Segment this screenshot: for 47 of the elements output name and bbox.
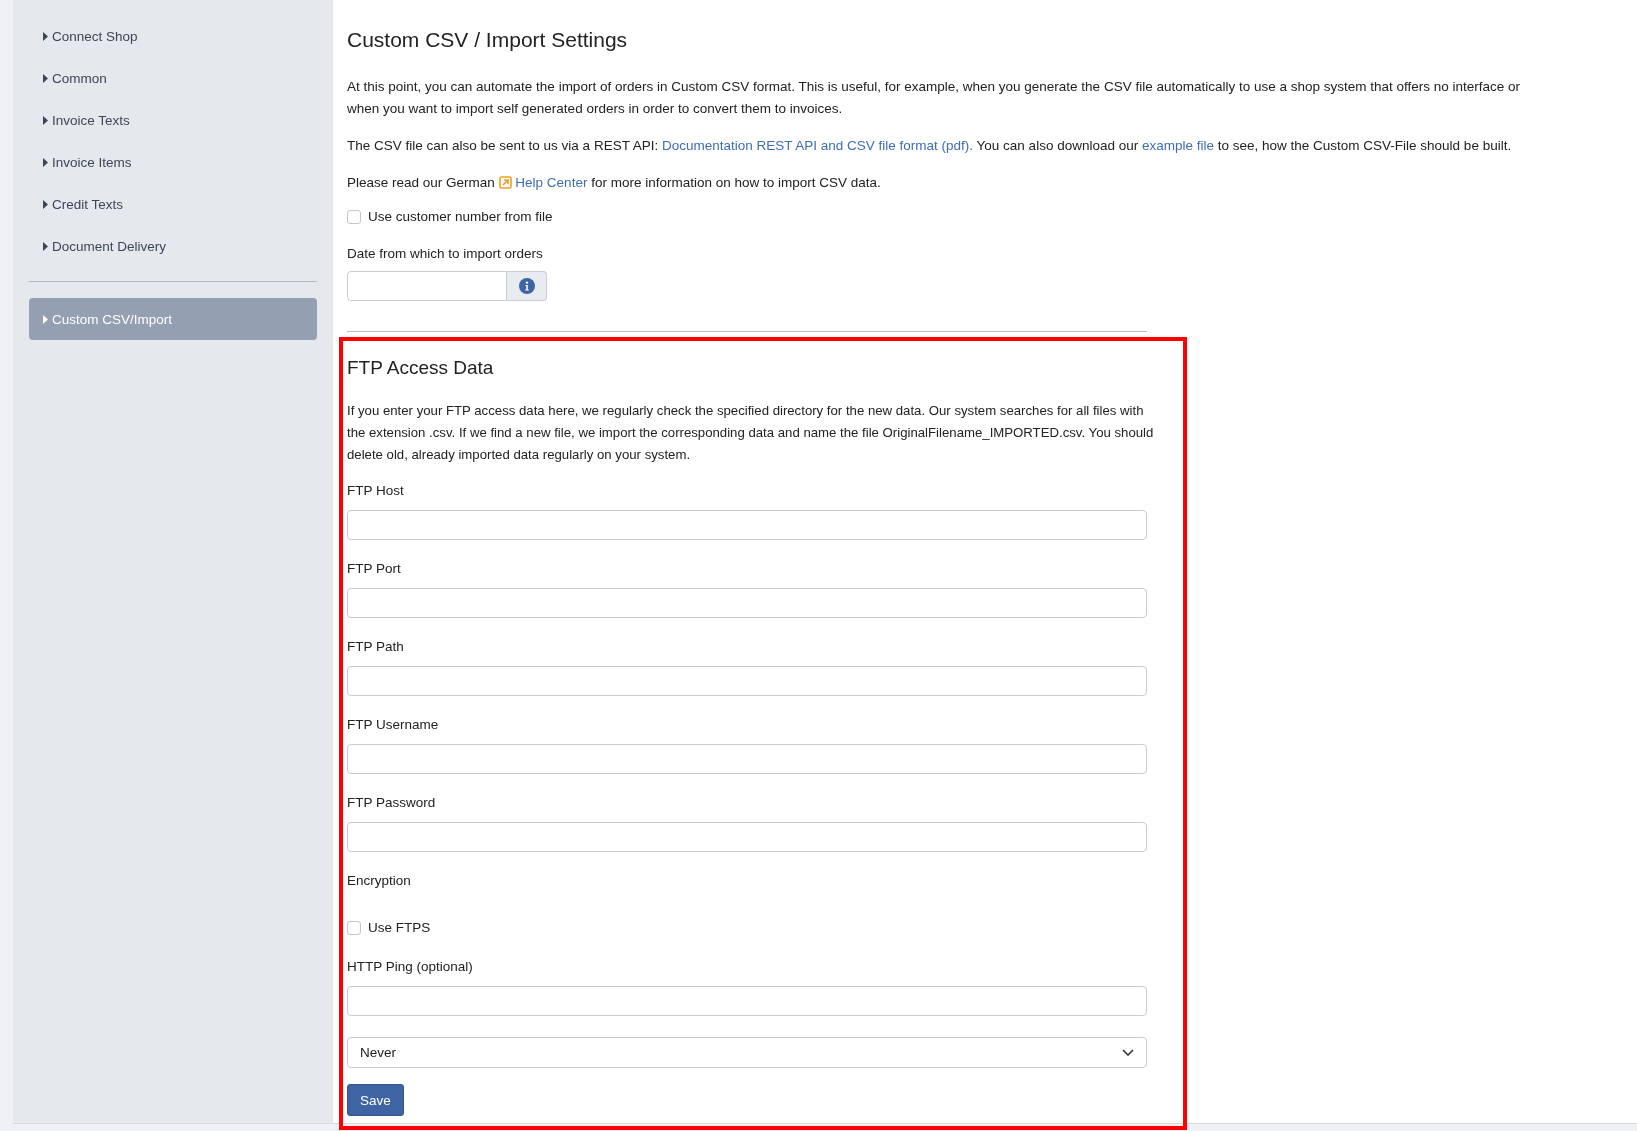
caret-icon <box>43 157 48 167</box>
input-field[interactable] <box>347 744 1147 774</box>
input-field[interactable] <box>347 666 1147 696</box>
caret-icon <box>43 73 48 83</box>
sidebar-item[interactable]: Document Delivery <box>29 225 317 267</box>
external-link-icon <box>498 176 512 189</box>
dropdown[interactable]: Never <box>347 1037 1147 1068</box>
info-button[interactable] <box>507 271 547 301</box>
caret-icon <box>43 241 48 251</box>
sidebar-item[interactable]: Connect Shop <box>29 15 317 57</box>
input-field[interactable] <box>347 510 1147 540</box>
field-label: FTP Host <box>347 483 405 498</box>
help-center-link[interactable]: Help Center <box>498 175 588 190</box>
field-label: FTP Path <box>347 639 405 654</box>
checkbox-label: Use FTPS <box>368 920 431 935</box>
field-label: Encryption <box>347 873 412 888</box>
field-label: FTP Username <box>347 717 440 732</box>
caret-icon <box>43 115 48 125</box>
field-label: HTTP Ping (optional) <box>347 959 474 974</box>
date-field[interactable] <box>347 271 507 301</box>
section-title: FTP Access Data <box>347 357 495 379</box>
field-label: Date from which to import orders <box>347 246 544 261</box>
checkbox-label: Use customer number from file <box>368 209 553 224</box>
input-field[interactable] <box>347 986 1147 1016</box>
field-label: FTP Port <box>347 561 402 576</box>
sidebar-item[interactable]: Invoice Items <box>29 141 317 183</box>
paragraph: The CSV file can also be sent to us via a REST API: Documentation REST API and CSV file format (pdf). You can also download our example file to see, how the Custom CSV-File should be built. <box>347 137 1513 155</box>
sidebar-item[interactable]: Common <box>29 57 317 99</box>
checkbox[interactable] <box>347 209 361 224</box>
input-field[interactable] <box>347 822 1147 852</box>
chevron-down-icon <box>1122 1049 1134 1056</box>
sidebar-item[interactable]: Invoice Texts <box>29 99 317 141</box>
link[interactable]: example file <box>1141 138 1214 153</box>
paragraph: Please read our German Help Center for more information on how to import CSV data. <box>347 174 882 192</box>
field-label: FTP Password <box>347 795 437 810</box>
caret-icon <box>43 31 48 41</box>
caret-icon <box>43 199 48 209</box>
save-button[interactable]: Save <box>347 1084 404 1116</box>
info-icon <box>518 278 535 294</box>
caret-icon <box>43 314 48 324</box>
paragraph: If you enter your FTP access data here, we regularly check the specified directory for the new data. Our system searches for all files with the extension .csv. If we find a new file, we import the corresponding data and name the file OriginalFilename_IMPORTED.csv. You should delete old, already imported data regularly on your system. <box>347 402 1155 464</box>
input-field[interactable] <box>347 588 1147 618</box>
page-title: Custom CSV / Import Settings <box>347 28 629 52</box>
sidebar-item[interactable]: Credit Texts <box>29 183 317 225</box>
checkbox[interactable] <box>347 920 361 935</box>
paragraph: At this point, you can automate the import of orders in Custom CSV format. This is useful, for example, when you generate the CSV file automatically to use a shop system that offers no interface or when you want to import self generated orders in order to convert them to invoices. <box>347 78 1522 118</box>
link[interactable]: Documentation REST API and CSV file format (pdf). <box>661 138 974 153</box>
